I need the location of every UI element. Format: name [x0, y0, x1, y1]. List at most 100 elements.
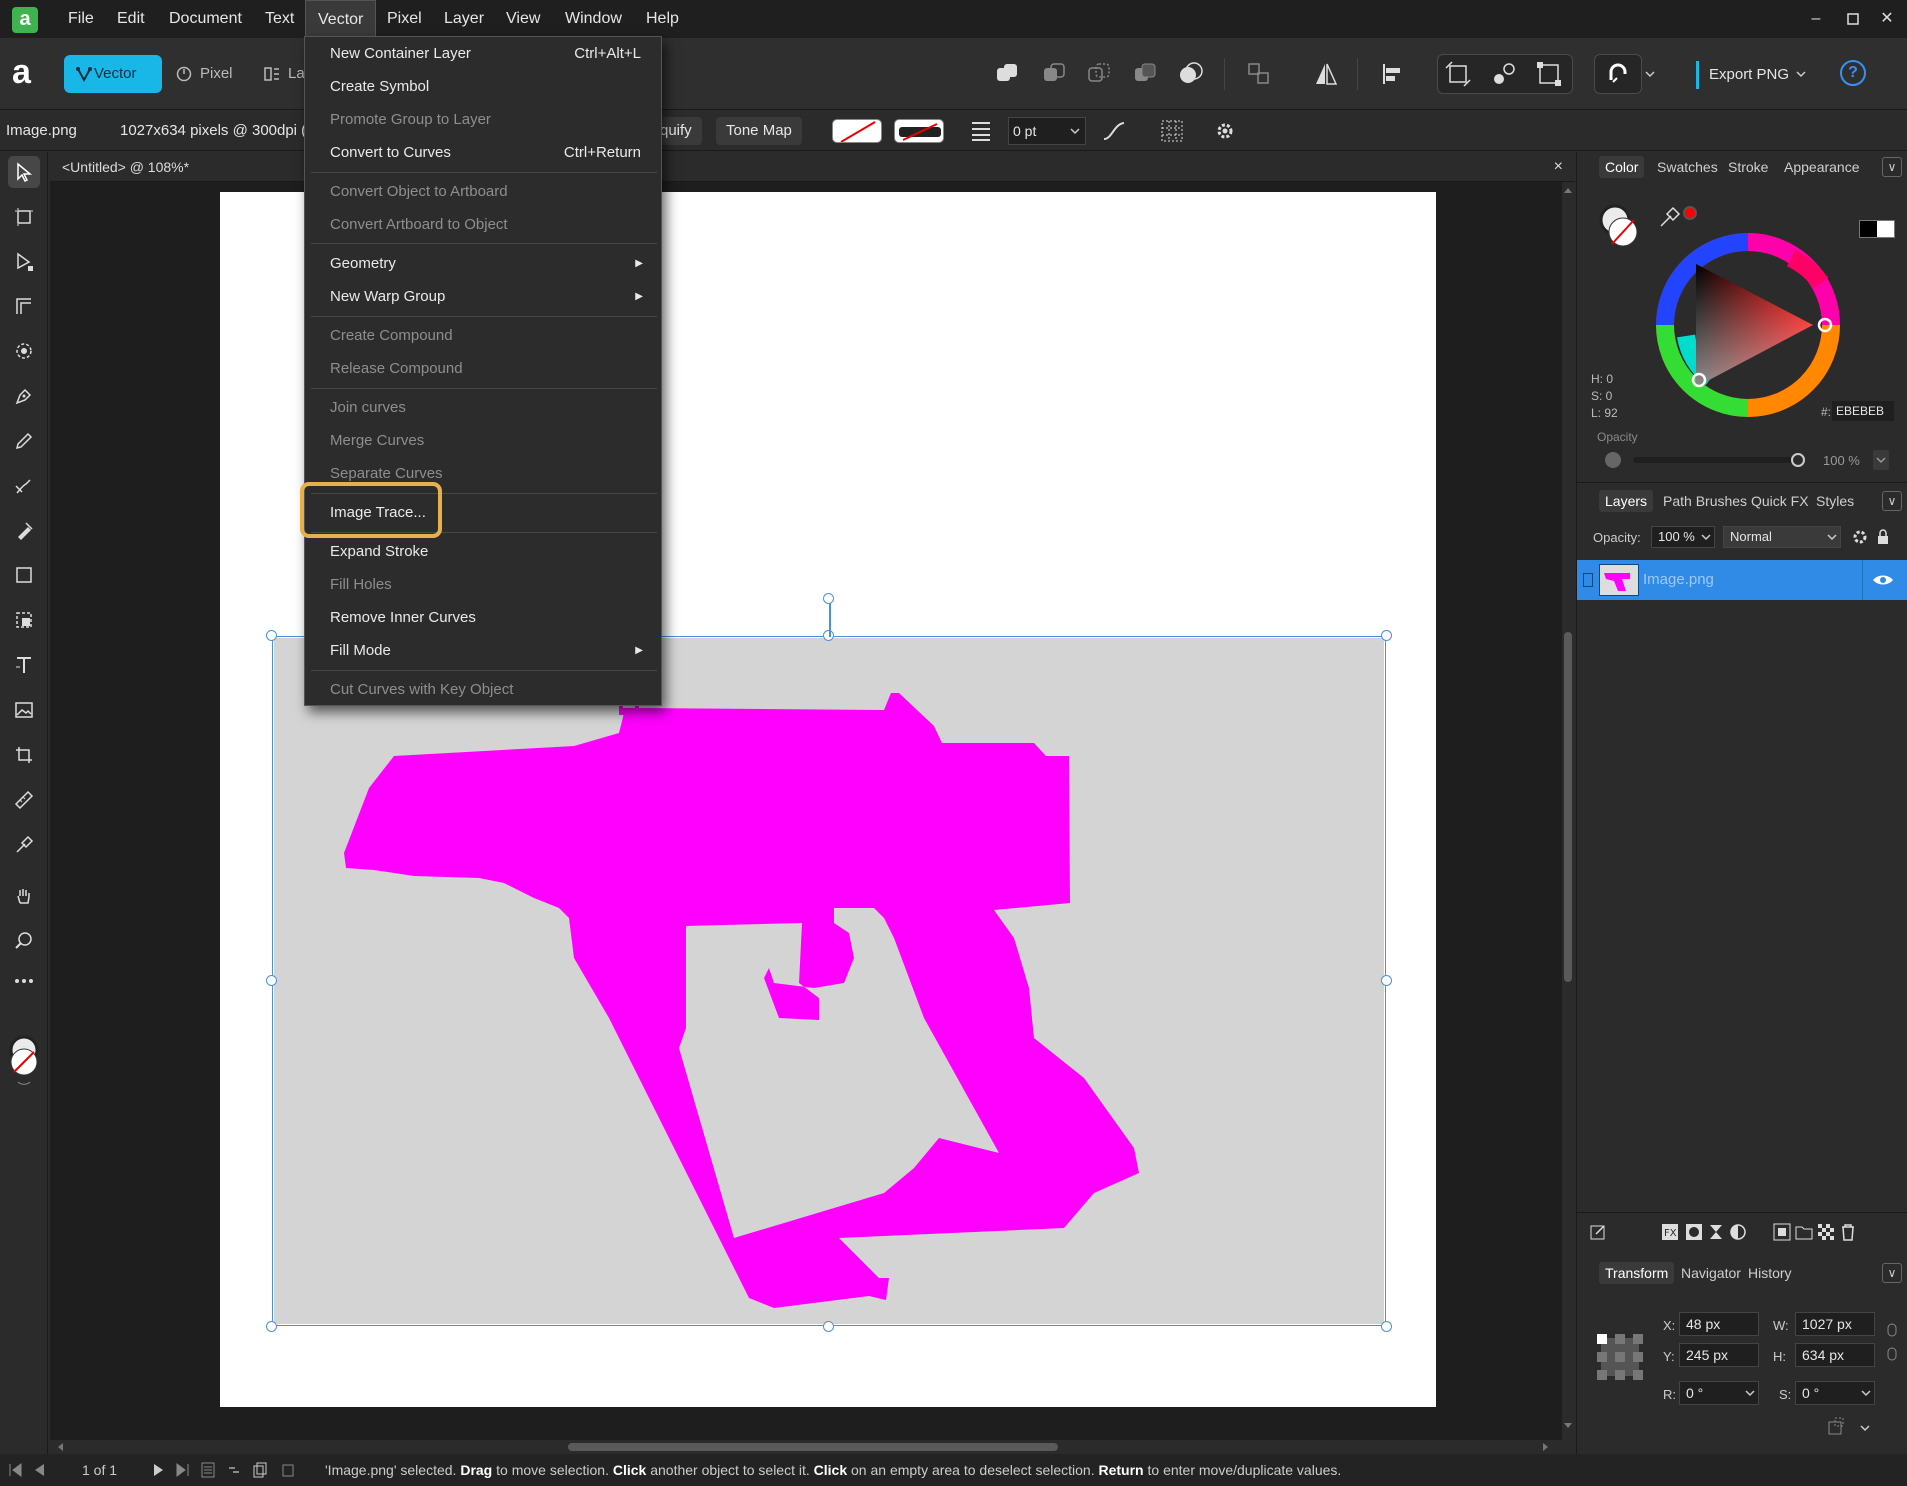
layer-expand-icon[interactable]: [1583, 573, 1593, 587]
menu-vector[interactable]: Vector: [305, 0, 377, 38]
layer-visibility-eye-icon[interactable]: [1871, 572, 1895, 588]
stroke-size-field[interactable]: 0 pt: [1008, 117, 1086, 145]
rasterize-icon[interactable]: [1817, 1223, 1835, 1241]
black-white-swatch[interactable]: [1859, 220, 1895, 238]
layer-opacity-field[interactable]: 100 %: [1651, 526, 1715, 548]
layer-settings-gear-icon[interactable]: [1851, 528, 1869, 546]
last-page-icon[interactable]: [176, 1463, 190, 1477]
close-window-icon[interactable]: ✕: [1872, 6, 1902, 32]
hex-input[interactable]: EBEBEB: [1832, 401, 1894, 421]
eyedropper-icon[interactable]: [1657, 204, 1683, 230]
layer-opacity-dropdown-icon[interactable]: [1700, 527, 1712, 547]
horizontal-scroll-thumb[interactable]: [568, 1443, 1058, 1451]
node-tool-icon[interactable]: [8, 246, 40, 278]
page-list-icon[interactable]: [200, 1462, 216, 1478]
corner-tool-icon[interactable]: [8, 290, 40, 322]
layers-panel-collapse-icon[interactable]: ∨: [1882, 491, 1902, 511]
rotation-field[interactable]: 0 °: [1679, 1381, 1759, 1405]
fill-tool-icon[interactable]: [8, 515, 40, 547]
shear-dropdown-icon[interactable]: [1860, 1382, 1872, 1404]
resize-handle-top-right[interactable]: [1381, 630, 1392, 641]
vertical-scrollbar[interactable]: [1562, 182, 1574, 1440]
xor-boolean-icon[interactable]: [1131, 60, 1159, 88]
minimize-icon[interactable]: –: [1801, 6, 1831, 32]
menu-item-expand-stroke[interactable]: Expand Stroke: [305, 535, 661, 568]
x-field[interactable]: 48 px: [1679, 1312, 1759, 1336]
opacity-slider-knob[interactable]: [1791, 453, 1805, 467]
fill-stroke-swatch-icon[interactable]: [6, 1032, 42, 1088]
canvas-viewport[interactable]: [50, 182, 1562, 1440]
add-pixel-layer-icon[interactable]: [1773, 1223, 1791, 1241]
pixel-persona-button[interactable]: Pixel: [172, 55, 233, 93]
previous-page-icon[interactable]: [32, 1463, 46, 1477]
w-field[interactable]: 1027 px: [1795, 1312, 1875, 1336]
resize-handle-right[interactable]: [1381, 975, 1392, 986]
layout-persona-button[interactable]: La: [260, 55, 305, 93]
resize-handle-top-left[interactable]: [266, 630, 277, 641]
blend-mode-dropdown-icon[interactable]: [1826, 527, 1838, 547]
zoom-tool-icon[interactable]: [8, 925, 40, 957]
fill-stroke-indicator-icon[interactable]: [1595, 202, 1647, 254]
first-page-icon[interactable]: [8, 1463, 22, 1477]
measure-tool-icon[interactable]: [8, 784, 40, 816]
pen-tool-icon[interactable]: [8, 380, 40, 412]
tab-path-brushes[interactable]: Path Brushes: [1657, 490, 1753, 512]
artistic-text-tool-icon[interactable]: [8, 649, 40, 681]
pencil-tool-icon[interactable]: [8, 425, 40, 457]
transform-objects-separately-icon[interactable]: [1827, 1416, 1849, 1436]
horizontal-scrollbar[interactable]: [50, 1440, 1575, 1454]
tab-layers[interactable]: Layers: [1599, 490, 1654, 512]
transform-panel-collapse-icon[interactable]: ∨: [1882, 1263, 1902, 1283]
add-boolean-icon[interactable]: [993, 60, 1021, 88]
h-field[interactable]: 634 px: [1795, 1343, 1875, 1367]
menu-file[interactable]: File: [56, 0, 106, 38]
fill-swatch[interactable]: [832, 119, 882, 143]
shear-field[interactable]: 0 °: [1795, 1381, 1875, 1405]
menu-item-geometry[interactable]: Geometry ▶: [305, 247, 661, 280]
scroll-right-icon[interactable]: [1542, 1443, 1550, 1451]
rotation-handle[interactable]: [823, 593, 834, 604]
bounding-box-icon[interactable]: [1535, 60, 1563, 88]
arrange-icon[interactable]: [1245, 60, 1273, 88]
delete-page-icon[interactable]: [280, 1462, 296, 1478]
scroll-down-icon[interactable]: [1564, 1422, 1572, 1430]
opacity-dropdown-icon[interactable]: [1873, 450, 1889, 470]
intersect-boolean-icon[interactable]: [1085, 60, 1113, 88]
menu-help[interactable]: Help: [634, 0, 691, 38]
opacity-value[interactable]: 100 %: [1823, 453, 1860, 468]
menu-item-fill-mode[interactable]: Fill Mode ▶: [305, 634, 661, 667]
hand-tool-icon[interactable]: [8, 880, 40, 912]
resize-handle-left[interactable]: [266, 975, 277, 986]
point-transform-tool-icon[interactable]: [8, 335, 40, 367]
tab-stroke[interactable]: Stroke: [1722, 156, 1774, 178]
tab-swatches[interactable]: Swatches: [1651, 156, 1724, 178]
settings-gear-icon[interactable]: [1214, 120, 1236, 142]
resize-handle-bottom-right[interactable]: [1381, 1321, 1392, 1332]
artboard-tool-icon[interactable]: [8, 201, 40, 233]
live-filter-icon[interactable]: [1729, 1223, 1747, 1241]
menu-edit[interactable]: Edit: [105, 0, 157, 38]
menu-window[interactable]: Window: [553, 0, 634, 38]
stroke-weight-icon[interactable]: [970, 119, 992, 143]
y-field[interactable]: 245 px: [1679, 1343, 1759, 1367]
more-tools-icon[interactable]: [8, 965, 40, 997]
pressure-curve-icon[interactable]: [1102, 120, 1126, 142]
color-picker-tool-icon[interactable]: [8, 829, 40, 861]
lock-aspect-ratio-icon[interactable]: [1885, 1322, 1899, 1362]
vertical-scroll-thumb[interactable]: [1564, 632, 1572, 982]
edit-layer-icon[interactable]: [1589, 1223, 1607, 1241]
tab-transform[interactable]: Transform: [1599, 1262, 1675, 1284]
rectangle-tool-icon[interactable]: [8, 559, 40, 591]
add-group-icon[interactable]: [1795, 1223, 1813, 1241]
menu-layer[interactable]: Layer: [432, 0, 496, 38]
tab-color[interactable]: Color: [1599, 156, 1645, 178]
vector-persona-button[interactable]: Vector: [64, 55, 162, 93]
tab-quick-fx[interactable]: Quick FX: [1745, 490, 1815, 512]
layer-name[interactable]: Image.png: [1643, 560, 1714, 600]
rotation-dropdown-icon[interactable]: [1744, 1382, 1756, 1404]
app-logo-icon[interactable]: a: [12, 7, 38, 33]
stroke-size-dropdown-icon[interactable]: [1069, 118, 1081, 144]
hsl-color-wheel[interactable]: [1651, 228, 1845, 422]
color-panel-collapse-icon[interactable]: ∨: [1882, 157, 1902, 177]
node-snap-icon[interactable]: [1490, 60, 1518, 88]
